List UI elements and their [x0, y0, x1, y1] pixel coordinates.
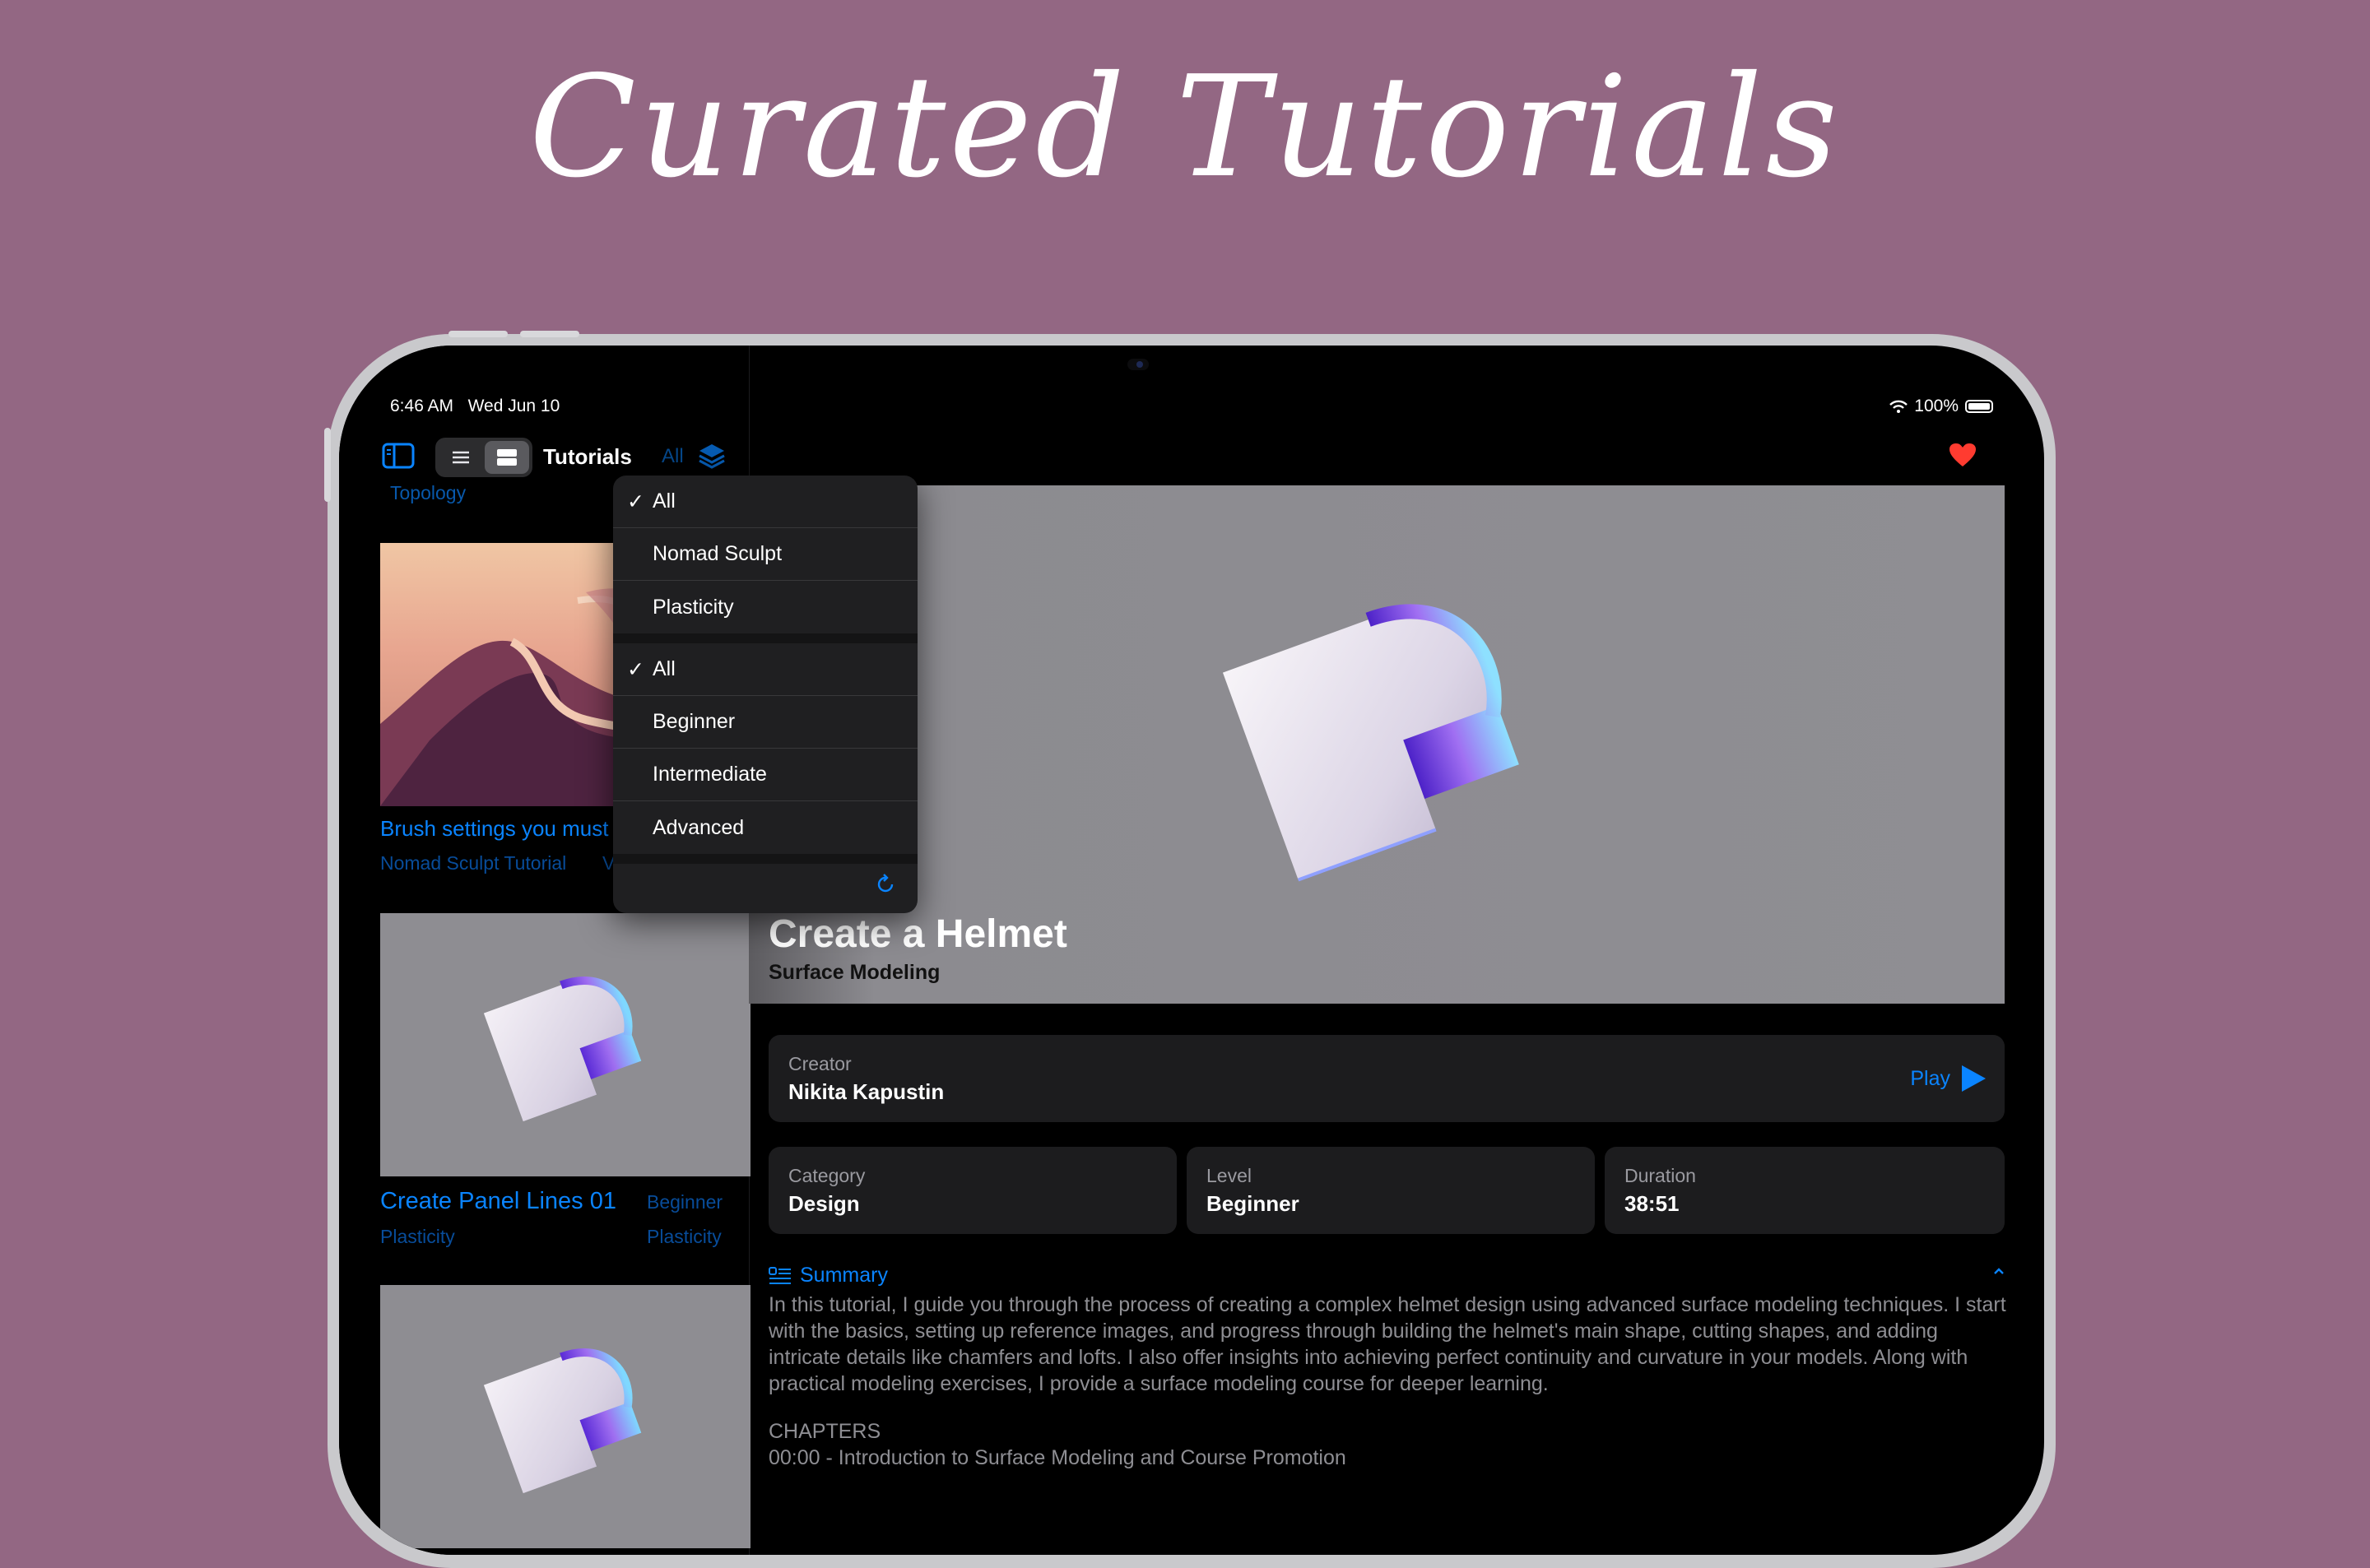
card-level: Beginner: [647, 1191, 723, 1213]
nav-title: Tutorials: [543, 444, 632, 469]
category-panel: Category Design: [769, 1147, 1177, 1234]
menu-item-plasticity[interactable]: Plasticity: [613, 581, 918, 633]
refresh-icon[interactable]: [875, 874, 896, 899]
duration-value: 38:51: [1624, 1191, 1680, 1216]
creator-label: Creator: [788, 1053, 852, 1074]
battery-percentage: 100%: [1914, 397, 1959, 415]
summary-header[interactable]: Summary: [769, 1264, 888, 1287]
heart-icon[interactable]: [1949, 443, 1977, 471]
status-clock: 6:46 AM Wed Jun 10: [390, 397, 560, 415]
status-indicators: 100%: [1889, 397, 1993, 416]
layers-icon[interactable]: [698, 443, 726, 473]
menu-item-intermediate[interactable]: Intermediate: [613, 749, 918, 801]
chevron-icon[interactable]: [1993, 1265, 2005, 1281]
view-mode-segmented-control: [435, 438, 532, 477]
creator-panel: Creator Nikita Kapustin Play: [769, 1035, 2005, 1122]
menu-item-level-all[interactable]: ✓ All: [613, 643, 918, 696]
menu-item-beginner[interactable]: Beginner: [613, 696, 918, 749]
sidebar-toggle-icon[interactable]: [382, 443, 415, 473]
card-title[interactable]: Brush settings you must: [380, 816, 608, 842]
summary-text: In this tutorial, I guide you through th…: [769, 1293, 2006, 1395]
top-button-1: [448, 331, 508, 337]
plasticity-logo-icon: [483, 1348, 642, 1494]
camera-lens: [1136, 361, 1143, 368]
menu-separator: [613, 854, 918, 864]
play-label: Play: [1910, 1066, 1950, 1090]
card-subtitle: Nomad Sculpt Tutorial: [380, 852, 567, 874]
duration-label: Duration: [1624, 1165, 1696, 1186]
tutorial-title: Create a Helmet: [769, 912, 1067, 956]
side-button: [324, 428, 331, 502]
menu-item-advanced[interactable]: Advanced: [613, 801, 918, 854]
card-tag-topology: Topology: [390, 482, 467, 503]
level-value: Beginner: [1206, 1191, 1299, 1216]
play-icon: [1962, 1065, 1986, 1092]
summary-icon: [769, 1266, 791, 1284]
checkmark-icon: ✓: [627, 489, 644, 513]
card-thumbnail-logo[interactable]: [380, 1285, 750, 1548]
card-view-icon[interactable]: [485, 441, 529, 474]
chapter-item: 00:00 - Introduction to Surface Modeling…: [769, 1446, 1346, 1469]
menu-separator: [613, 633, 918, 643]
tutorial-subtitle: Surface Modeling: [769, 961, 941, 984]
filter-button-label[interactable]: All: [662, 445, 684, 468]
play-button[interactable]: Play: [1910, 1065, 1987, 1092]
level-panel: Level Beginner: [1187, 1147, 1595, 1234]
list-view-icon[interactable]: [439, 441, 483, 474]
menu-item-software-all[interactable]: ✓ All: [613, 476, 918, 528]
creator-name: Nikita Kapustin: [788, 1079, 945, 1104]
category-label: Category: [788, 1165, 866, 1186]
battery-icon: [1965, 400, 1993, 413]
card-title[interactable]: Create Panel Lines 01: [380, 1188, 616, 1215]
menu-item-nomad-sculpt[interactable]: Nomad Sculpt: [613, 528, 918, 581]
level-label: Level: [1206, 1165, 1252, 1186]
summary-label: Summary: [800, 1264, 888, 1287]
marketing-headline: Curated Tutorials: [528, 46, 1842, 209]
wifi-icon: [1889, 400, 1908, 413]
duration-panel: Duration 38:51: [1605, 1147, 2005, 1234]
checkmark-icon: ✓: [627, 657, 644, 681]
card-category: Plasticity: [647, 1226, 722, 1247]
ipad-screen: 6:46 AM Wed Jun 10 Tutorials All Topolog…: [339, 346, 2044, 1555]
filter-menu: ✓ All Nomad Sculpt Plasticity ✓ All Begi…: [613, 476, 918, 913]
card-thumbnail-logo[interactable]: [380, 913, 750, 1176]
category-value: Design: [788, 1191, 860, 1216]
top-button-2: [520, 331, 579, 337]
card-app: Plasticity: [380, 1226, 455, 1247]
plasticity-logo-icon: [483, 977, 642, 1122]
chapters-heading: CHAPTERS: [769, 1420, 881, 1443]
